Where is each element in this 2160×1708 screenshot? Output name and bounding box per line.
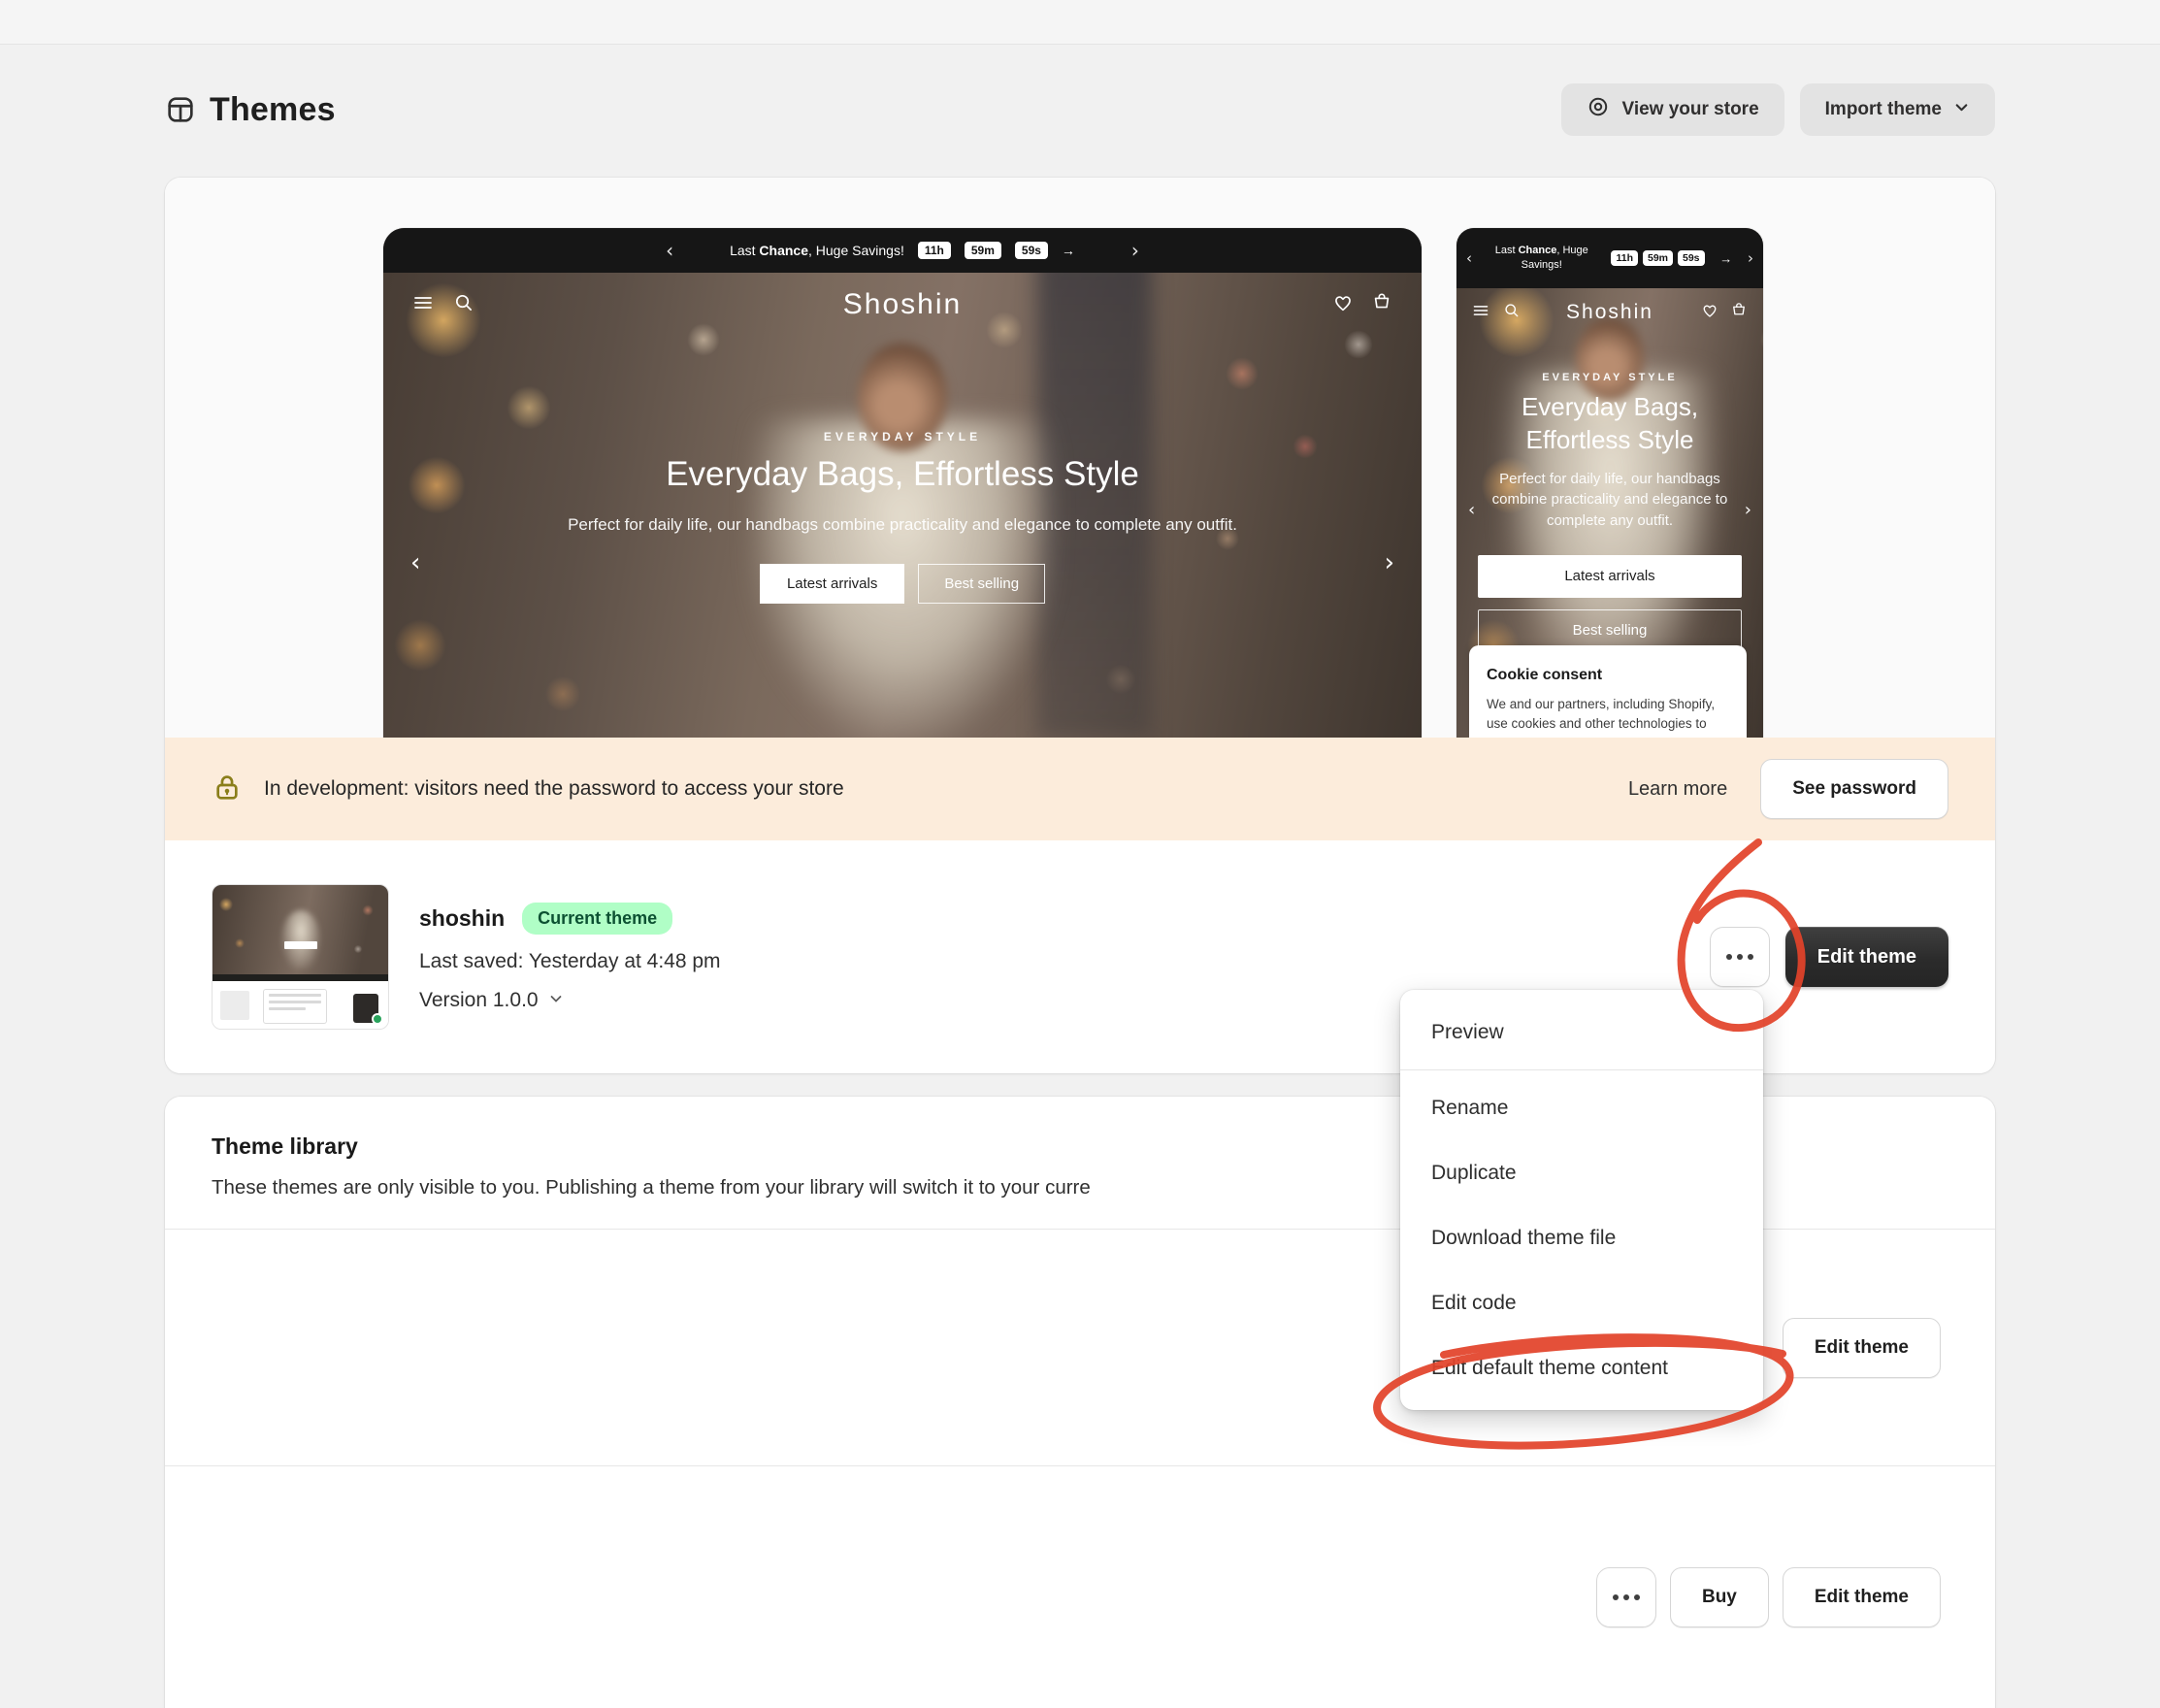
- arrow-right-icon: →: [1719, 251, 1732, 266]
- hamburger-icon: [412, 292, 434, 318]
- version-label: Version 1.0.0: [419, 989, 539, 1012]
- countdown-minutes-badge: 59m: [965, 242, 1001, 259]
- announcement-text: Last Chance, Huge Savings!: [1488, 244, 1596, 273]
- chevron-down-icon: [1953, 99, 1970, 121]
- theme-name: shoshin: [419, 905, 505, 932]
- hero-title: Everyday Bags, Effortless Style: [1478, 391, 1742, 457]
- search-icon: [1503, 302, 1520, 323]
- heart-icon: [1332, 292, 1354, 318]
- cart-icon: [1371, 292, 1392, 318]
- page-title: Themes: [210, 91, 336, 129]
- theme-thumbnail: [212, 884, 389, 1030]
- buy-button[interactable]: Buy: [1670, 1567, 1769, 1627]
- search-icon: [453, 292, 474, 317]
- desktop-store-preview: ‹ Last Chance, Huge Savings! 11h 59m 59s…: [383, 228, 1422, 738]
- version-selector[interactable]: Version 1.0.0: [419, 989, 721, 1012]
- announcement-text: Last Chance, Huge Savings!: [730, 243, 904, 258]
- menu-item-duplicate[interactable]: Duplicate: [1408, 1140, 1755, 1205]
- theme-actions-menu: Preview Rename Duplicate Download theme …: [1400, 990, 1763, 1410]
- themes-icon: [165, 94, 196, 125]
- countdown-seconds-badge: 59s: [1678, 250, 1705, 266]
- arrow-right-icon: →: [1062, 243, 1075, 258]
- hero-title: Everyday Bags, Effortless Style: [383, 455, 1422, 494]
- store-logo: Shoshin: [843, 288, 962, 321]
- edit-theme-button[interactable]: Edit theme: [1783, 1318, 1941, 1378]
- latest-arrivals-button: Latest arrivals: [1478, 555, 1742, 598]
- import-theme-label: Import theme: [1825, 99, 1942, 120]
- hero-eyebrow: EVERYDAY STYLE: [383, 430, 1422, 443]
- storefront-header: Shoshin: [383, 273, 1422, 337]
- learn-more-link[interactable]: Learn more: [1628, 778, 1727, 801]
- view-store-button[interactable]: View your store: [1561, 83, 1784, 136]
- cookie-body: We and our partners, including Shopify, …: [1487, 695, 1729, 738]
- dev-mode-banner: In development: visitors need the passwo…: [165, 738, 1995, 840]
- announcement-bar: ‹ Last Chance, Huge Savings! 11h 59m 59s…: [383, 228, 1422, 273]
- next-arrow-icon: ›: [1131, 239, 1139, 262]
- hero-section: EVERYDAY STYLE Everyday Bags, Effortless…: [383, 430, 1422, 604]
- import-theme-button[interactable]: Import theme: [1800, 83, 1995, 136]
- ellipsis-icon: [1726, 954, 1732, 960]
- menu-item-edit-default-theme-content[interactable]: Edit default theme content: [1408, 1335, 1755, 1400]
- store-logo: Shoshin: [1566, 301, 1653, 324]
- hero-subtitle: Perfect for daily life, our handbags com…: [1478, 469, 1742, 532]
- cookie-title: Cookie consent: [1487, 667, 1729, 684]
- view-store-label: View your store: [1621, 99, 1758, 120]
- mobile-store-preview: ‹ Last Chance, Huge Savings! 11h 59m 59s…: [1456, 228, 1763, 738]
- menu-divider: [1400, 1069, 1763, 1070]
- carousel-next-icon: ›: [1745, 500, 1751, 520]
- countdown-seconds-badge: 59s: [1015, 242, 1048, 259]
- hero-section-mobile: EVERYDAY STYLE Everyday Bags, Effortless…: [1456, 372, 1763, 652]
- current-theme-card: ‹ Last Chance, Huge Savings! 11h 59m 59s…: [165, 178, 1995, 1073]
- best-selling-button: Best selling: [918, 564, 1045, 604]
- theme-preview-area: ‹ Last Chance, Huge Savings! 11h 59m 59s…: [165, 178, 1995, 738]
- carousel-next-icon: ›: [1385, 548, 1394, 577]
- prev-arrow-icon: ‹: [1466, 249, 1472, 267]
- countdown-hours-badge: 11h: [918, 242, 951, 259]
- see-password-button[interactable]: See password: [1760, 759, 1948, 819]
- heart-icon: [1701, 302, 1718, 324]
- cart-icon: [1730, 302, 1748, 324]
- menu-item-download-theme-file[interactable]: Download theme file: [1408, 1205, 1755, 1270]
- eye-icon: [1587, 95, 1610, 124]
- countdown-minutes-badge: 59m: [1643, 250, 1673, 266]
- themes-page: Themes View your store Import theme: [0, 0, 2160, 1708]
- more-actions-button[interactable]: [1710, 927, 1770, 987]
- top-strip: [0, 0, 2160, 45]
- lock-icon: [212, 772, 243, 807]
- prev-arrow-icon: ‹: [666, 239, 673, 262]
- storefront-header-mobile: Shoshin: [1456, 288, 1763, 337]
- carousel-prev-icon: ‹: [410, 548, 420, 577]
- menu-item-rename[interactable]: Rename: [1408, 1075, 1755, 1140]
- library-theme-row: Buy Edit theme: [165, 1465, 1995, 1708]
- page-header: Themes View your store Import theme: [165, 82, 1995, 138]
- cookie-consent-card: Cookie consent We and our partners, incl…: [1469, 645, 1747, 738]
- latest-arrivals-button: Latest arrivals: [760, 564, 904, 604]
- ellipsis-icon: [1613, 1594, 1619, 1600]
- chevron-down-icon: [548, 989, 564, 1012]
- next-arrow-icon: ›: [1748, 249, 1753, 267]
- menu-item-preview[interactable]: Preview: [1408, 1000, 1755, 1065]
- hero-subtitle: Perfect for daily life, our handbags com…: [383, 515, 1422, 535]
- more-actions-button[interactable]: [1596, 1567, 1656, 1627]
- dev-banner-message: In development: visitors need the passwo…: [264, 777, 844, 801]
- edit-theme-button[interactable]: Edit theme: [1785, 927, 1948, 987]
- countdown-hours-badge: 11h: [1611, 250, 1638, 266]
- hamburger-icon: [1472, 302, 1489, 324]
- last-saved-text: Last saved: Yesterday at 4:48 pm: [419, 950, 721, 973]
- menu-item-edit-code[interactable]: Edit code: [1408, 1270, 1755, 1335]
- edit-theme-button[interactable]: Edit theme: [1783, 1567, 1941, 1627]
- hero-eyebrow: EVERYDAY STYLE: [1478, 372, 1742, 383]
- carousel-prev-icon: ‹: [1468, 500, 1475, 520]
- current-theme-badge: Current theme: [522, 903, 672, 935]
- announcement-bar-mobile: ‹ Last Chance, Huge Savings! 11h 59m 59s…: [1456, 228, 1763, 288]
